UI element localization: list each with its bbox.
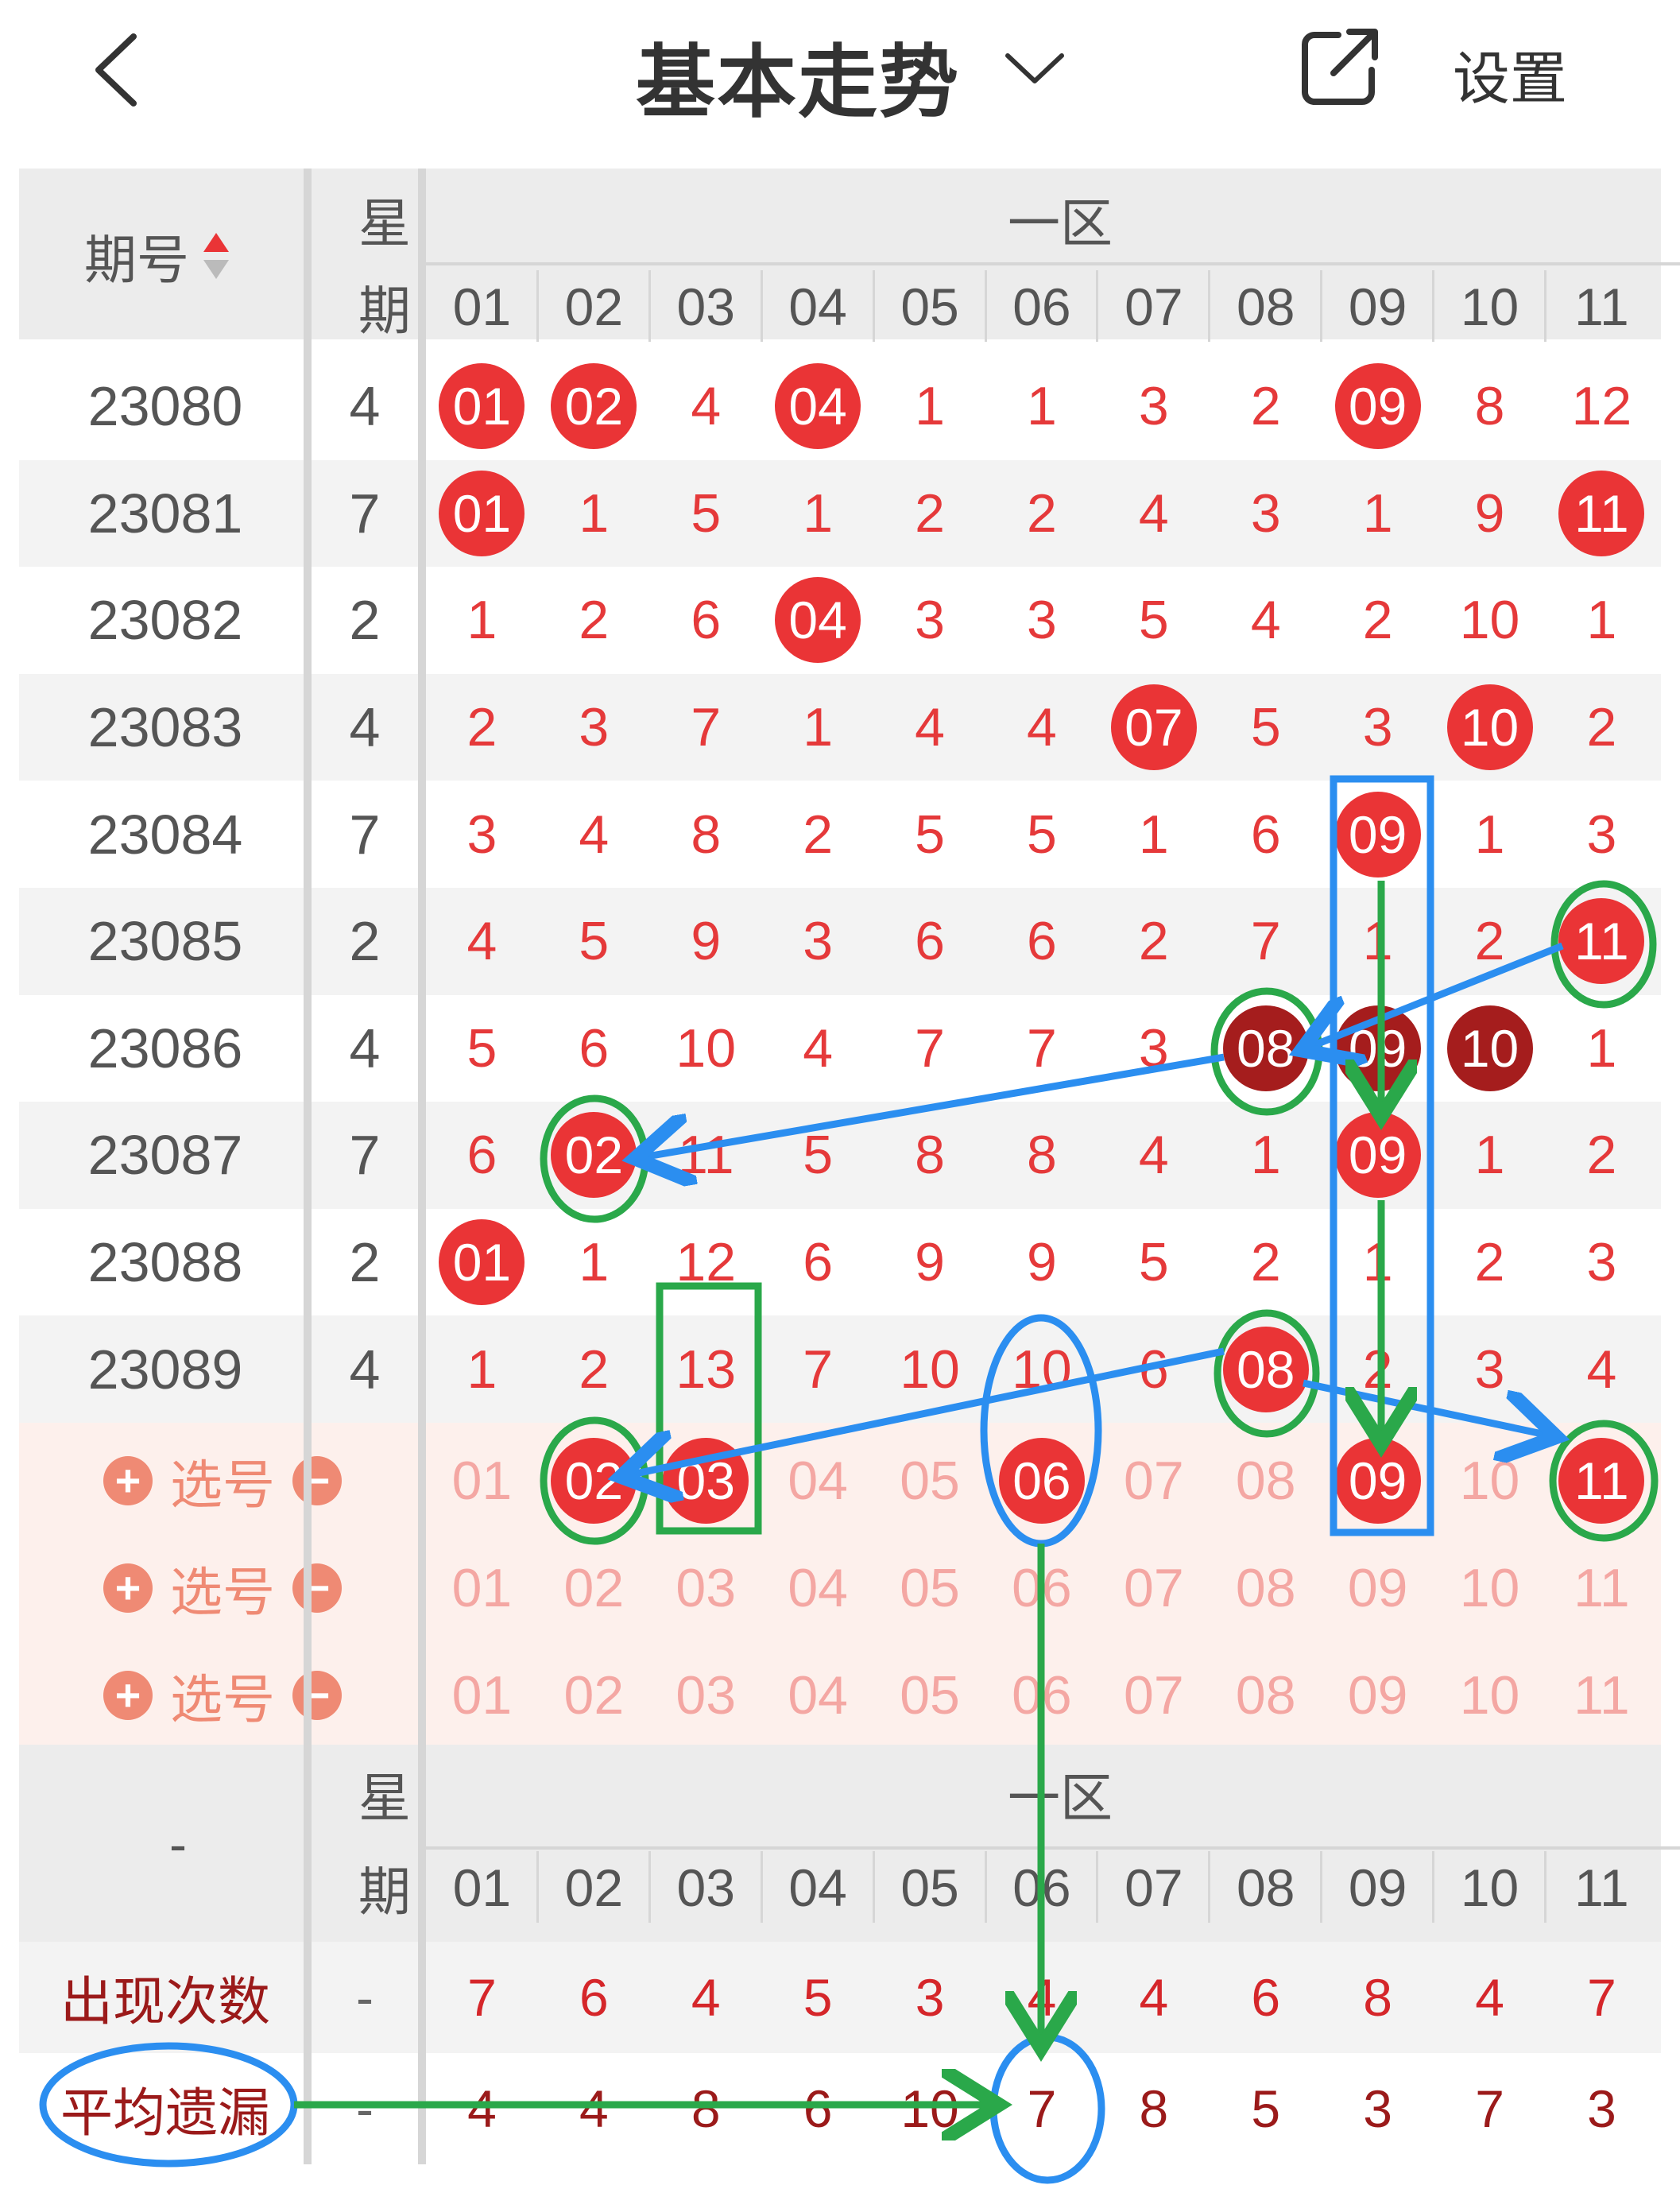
annotation-overlay: [39, 775, 1659, 2184]
highlight-ring: [540, 1416, 649, 1545]
highlight-ring: [39, 2042, 298, 2168]
highlight-ring: [1550, 880, 1657, 1009]
column-03-highlight-box: [656, 1282, 762, 1535]
highlight-ring: [989, 2033, 1105, 2184]
highlight-ring: [1210, 987, 1323, 1116]
highlight-ring: [540, 1094, 649, 1223]
highlight-ring: [1549, 1420, 1659, 1542]
highlight-ring: [1214, 1309, 1320, 1438]
highlight-ring: [980, 1314, 1102, 1548]
